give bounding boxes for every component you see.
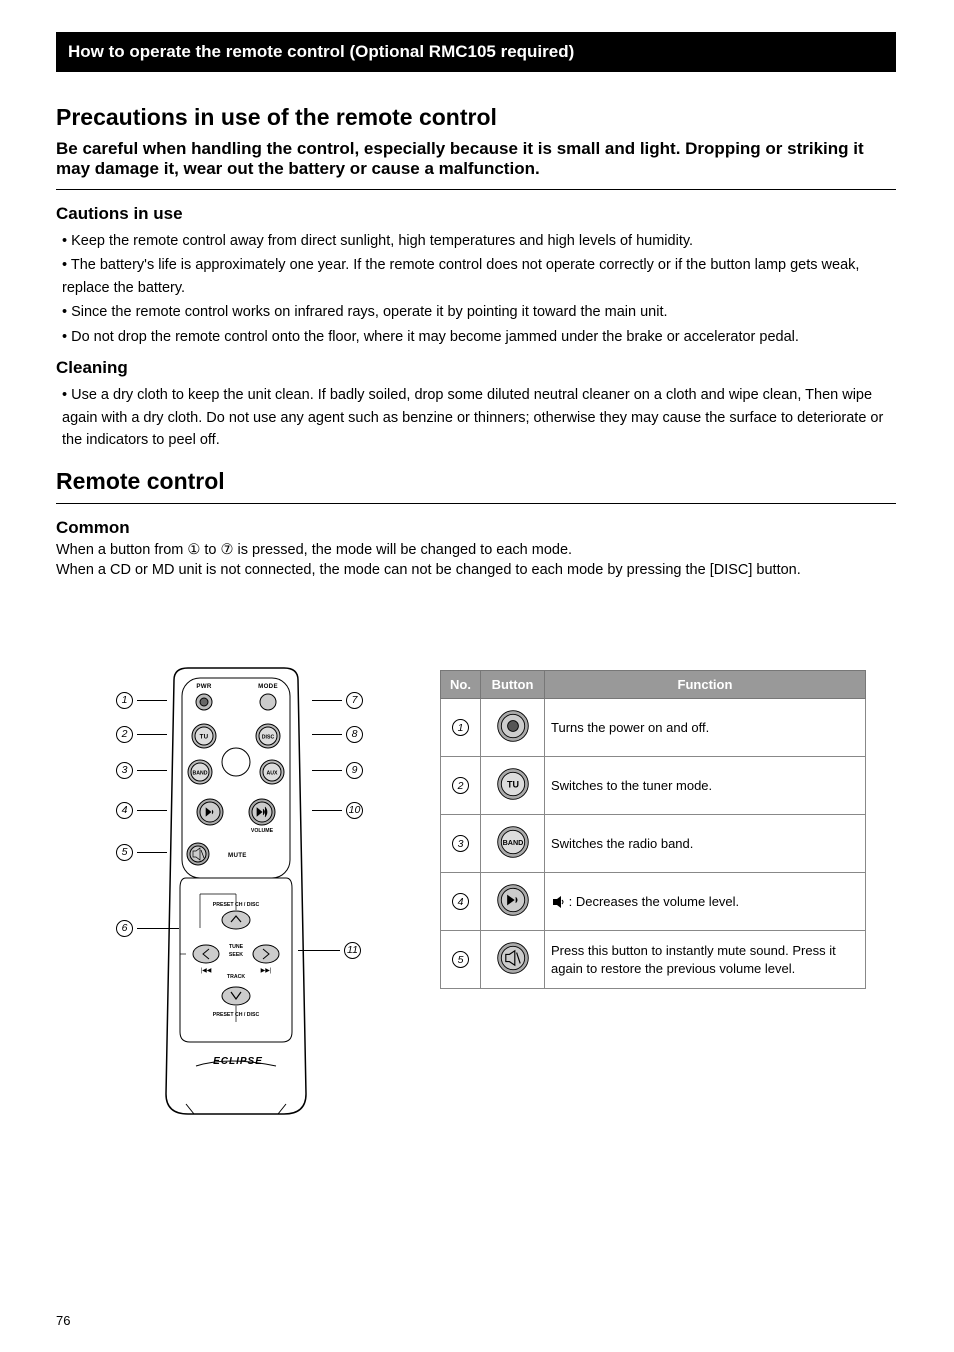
callout-10: 10 (312, 802, 363, 819)
callout-11: 11 (298, 942, 361, 959)
band-button-icon: BAND (495, 824, 531, 860)
th-button: Button (481, 671, 545, 699)
circled-number: 3 (452, 835, 469, 852)
label-track: TRACK (227, 974, 245, 980)
circled-number: 1 (116, 692, 133, 709)
circled-number: 6 (116, 920, 133, 937)
fn-text: : Decreases the volume level. (545, 873, 866, 931)
label-tu: TU (200, 734, 209, 741)
table-row: 3 BAND Switches the radio band. (441, 815, 866, 873)
table-row: 1 Turns the power on and off. (441, 699, 866, 757)
svg-text:TU: TU (507, 780, 519, 790)
circled-number: 7 (346, 692, 363, 709)
subhead-cautions: Cautions in use (56, 204, 896, 224)
volume-down-button-icon (495, 882, 531, 918)
label-pwr: PWR (196, 683, 212, 690)
leader-line (298, 950, 340, 951)
leader-line (137, 734, 167, 735)
bullet-item: • Use a dry cloth to keep the unit clean… (62, 384, 896, 451)
section1-title: Precautions in use of the remote control (56, 104, 896, 131)
svg-text:TUNE: TUNE (229, 944, 244, 950)
label-aux: AUX (267, 771, 278, 777)
callout-6: 6 (116, 920, 179, 937)
label-volume: VOLUME (251, 828, 274, 834)
label-band: BAND (193, 771, 208, 777)
bullet-item: • Since the remote control works on infr… (62, 301, 896, 323)
circled-number: 11 (344, 942, 361, 959)
subhead-cleaning: Cleaning (56, 358, 896, 378)
leader-line (312, 734, 342, 735)
circled-number: 10 (346, 802, 363, 819)
leader-line (137, 770, 167, 771)
circled-number: 4 (116, 802, 133, 819)
callout-2: 2 (116, 726, 167, 743)
circled-number: 5 (452, 951, 469, 968)
bullet-item: • The battery's life is approximately on… (62, 254, 896, 299)
callout-7: 7 (312, 692, 363, 709)
header-text: How to operate the remote control (Optio… (68, 42, 574, 62)
section2-intro: When a button from ① to ⑦ is pressed, th… (56, 542, 896, 558)
leader-line (137, 810, 167, 811)
fn-text: Press this button to instantly mute soun… (545, 931, 866, 989)
remote-svg: PWR MODE TU DISC BAND AUX VOLUME (156, 664, 316, 1122)
volume-low-icon (551, 895, 565, 909)
th-no: No. (441, 671, 481, 699)
leader-line (312, 770, 342, 771)
section-remote: Remote control Common When a button from… (56, 468, 896, 578)
section1-subtitle: Be careful when handling the control, es… (56, 139, 896, 179)
fn-text: Switches the radio band. (545, 815, 866, 873)
leader-line (312, 700, 342, 701)
label-mode: MODE (258, 683, 278, 690)
svg-text:|◀◀: |◀◀ (201, 968, 212, 974)
page-header: How to operate the remote control (Optio… (56, 32, 896, 72)
section-precautions: Precautions in use of the remote control… (56, 104, 896, 462)
leader-line (312, 810, 342, 811)
callout-5: 5 (116, 844, 167, 861)
table-row: 2 TU Switches to the tuner mode. (441, 757, 866, 815)
logo-eclipse: ECLIPSE (213, 1056, 263, 1067)
mute-button-icon (495, 940, 531, 976)
table-row: 4 : Decreases the volume level. (441, 873, 866, 931)
leader-line (137, 928, 179, 929)
callout-3: 3 (116, 762, 167, 779)
section2-title: Remote control (56, 468, 896, 495)
table-row: 5 Press this button to instantly mute so… (441, 931, 866, 989)
button-table: No. Button Function 1 Turns the power on… (440, 670, 866, 989)
circled-number: 3 (116, 762, 133, 779)
fn-text-span: : Decreases the volume level. (569, 894, 740, 909)
label-disc: DISC (262, 735, 275, 741)
fn-text: Turns the power on and off. (545, 699, 866, 757)
bullet-list-cautions: • Keep the remote control away from dire… (62, 230, 896, 348)
circled-number: 4 (452, 893, 469, 910)
tu-button-icon: TU (495, 766, 531, 802)
circled-number: 2 (116, 726, 133, 743)
circled-number: 1 (452, 719, 469, 736)
svg-text:SEEK: SEEK (229, 952, 243, 958)
power-button-icon (495, 708, 531, 744)
bullet-item: • Do not drop the remote control onto th… (62, 326, 896, 348)
section2-intro2: When a CD or MD unit is not connected, t… (56, 562, 896, 578)
leader-line (137, 700, 167, 701)
section2-subtitle: Common (56, 518, 896, 538)
divider (56, 189, 896, 190)
svg-text:▶▶|: ▶▶| (261, 968, 272, 974)
bullet-list-cleaning: • Use a dry cloth to keep the unit clean… (62, 384, 896, 451)
callout-1: 1 (116, 692, 167, 709)
fn-text: Switches to the tuner mode. (545, 757, 866, 815)
circled-number: 9 (346, 762, 363, 779)
callout-9: 9 (312, 762, 363, 779)
callout-8: 8 (312, 726, 363, 743)
bullet-item: • Keep the remote control away from dire… (62, 230, 896, 252)
label-mute: MUTE (228, 852, 247, 859)
circled-number: 8 (346, 726, 363, 743)
divider (56, 503, 896, 504)
page-number: 76 (56, 1313, 70, 1328)
leader-line (137, 852, 167, 853)
remote-diagram: PWR MODE TU DISC BAND AUX VOLUME (56, 642, 436, 1142)
th-function: Function (545, 671, 866, 699)
circled-number: 5 (116, 844, 133, 861)
callout-4: 4 (116, 802, 167, 819)
svg-text:BAND: BAND (502, 838, 523, 847)
circled-number: 2 (452, 777, 469, 794)
